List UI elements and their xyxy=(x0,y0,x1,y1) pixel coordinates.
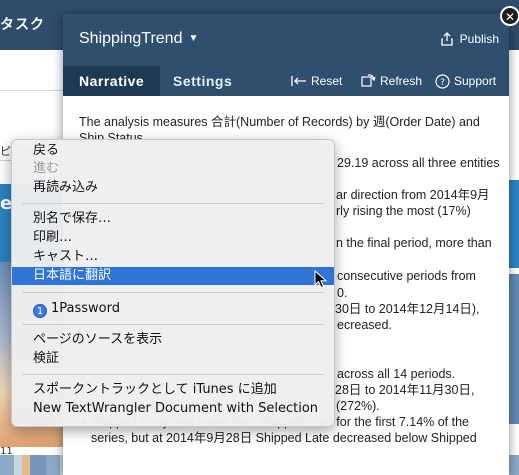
dialog-nav: Narrative Settings Reset Refresh ? Suppo… xyxy=(63,66,509,96)
dialog-header: ShippingTrend ▼ Publish xyxy=(63,14,509,66)
menu-item-cast[interactable]: キャスト… xyxy=(12,248,334,266)
reset-button[interactable]: Reset xyxy=(291,66,342,96)
menu-separator xyxy=(22,374,324,375)
caret-down-icon: ▼ xyxy=(188,33,199,44)
onepassword-icon: 1 xyxy=(33,304,47,318)
narrative-text: rly rising the most (17%) xyxy=(336,204,471,218)
support-label: Support xyxy=(454,74,497,88)
menu-item-forward: 進む xyxy=(33,161,60,176)
menu-item-view-source[interactable]: ページのソースを表示 xyxy=(12,331,334,349)
tab-narrative[interactable]: Narrative xyxy=(63,66,161,96)
publish-label: Publish xyxy=(459,32,499,46)
menu-separator xyxy=(22,324,324,325)
dialog-title: ShippingTrend xyxy=(79,30,183,47)
menu-item-save-as[interactable]: 別名で保存… xyxy=(12,210,334,228)
narrative-text: consecutive periods from xyxy=(337,269,476,283)
narrative-text: 30日 to 2014年12月14日), xyxy=(335,302,480,316)
narrative-text: 29.19 across all three entities xyxy=(337,156,500,170)
mouse-cursor-icon xyxy=(314,270,328,289)
menu-item-reload[interactable]: 再読み込み xyxy=(12,179,334,197)
reset-icon xyxy=(291,76,306,86)
menu-item-label: 1Password xyxy=(51,301,120,316)
menu-item-back[interactable]: 戻る xyxy=(12,142,334,160)
support-button[interactable]: ? Support xyxy=(435,66,496,96)
menu-item-textwrangler[interactable]: New TextWrangler Document with Selection xyxy=(12,400,334,418)
menu-item-1password[interactable]: 1 1Password xyxy=(12,300,334,318)
narrative-text: ecreased. xyxy=(337,318,392,332)
narrative-text: ar direction from 2014年9月 xyxy=(336,188,490,202)
menu-separator xyxy=(22,203,324,204)
share-icon xyxy=(440,32,453,46)
reset-label: Reset xyxy=(311,74,343,88)
background-tasks-label: タスク xyxy=(0,17,45,33)
narrative-text: series, but at 2014年9月28日 Shipped Late d… xyxy=(91,431,477,445)
refresh-icon xyxy=(361,74,376,87)
close-icon[interactable]: ✕ xyxy=(500,6,519,26)
refresh-label: Refresh xyxy=(380,74,423,88)
refresh-button[interactable]: Refresh xyxy=(360,66,422,96)
narrative-text: The analysis measures 合計(Number of Recor… xyxy=(79,115,480,129)
context-menu: 戻る 進む 再読み込み 別名で保存… 印刷… キャスト… 日本語に翻訳 1 1Pa… xyxy=(11,139,335,427)
narrative-text: (272%). xyxy=(336,399,380,413)
menu-item-inspect[interactable]: 検証 xyxy=(12,350,334,368)
publish-button[interactable]: Publish xyxy=(440,32,499,46)
narrative-text: across all 14 periods. xyxy=(337,367,456,381)
tab-settings[interactable]: Settings xyxy=(157,66,248,96)
narrative-text: 0. xyxy=(337,286,348,300)
menu-item-translate[interactable]: 日本語に翻訳 xyxy=(12,267,334,285)
help-icon: ? xyxy=(435,73,450,89)
menu-item-print[interactable]: 印刷… xyxy=(12,229,334,247)
menu-item-add-to-itunes[interactable]: スポークントラックとして iTunes に追加 xyxy=(12,381,334,399)
svg-text:?: ? xyxy=(440,78,445,88)
divider xyxy=(0,90,64,91)
dialog-title-dropdown[interactable]: ShippingTrend ▼ xyxy=(79,30,198,48)
narrative-text: n the final period, more than xyxy=(336,236,492,250)
narrative-text: 28日 to 2014年11月30日, xyxy=(335,383,475,397)
menu-separator xyxy=(22,292,324,293)
